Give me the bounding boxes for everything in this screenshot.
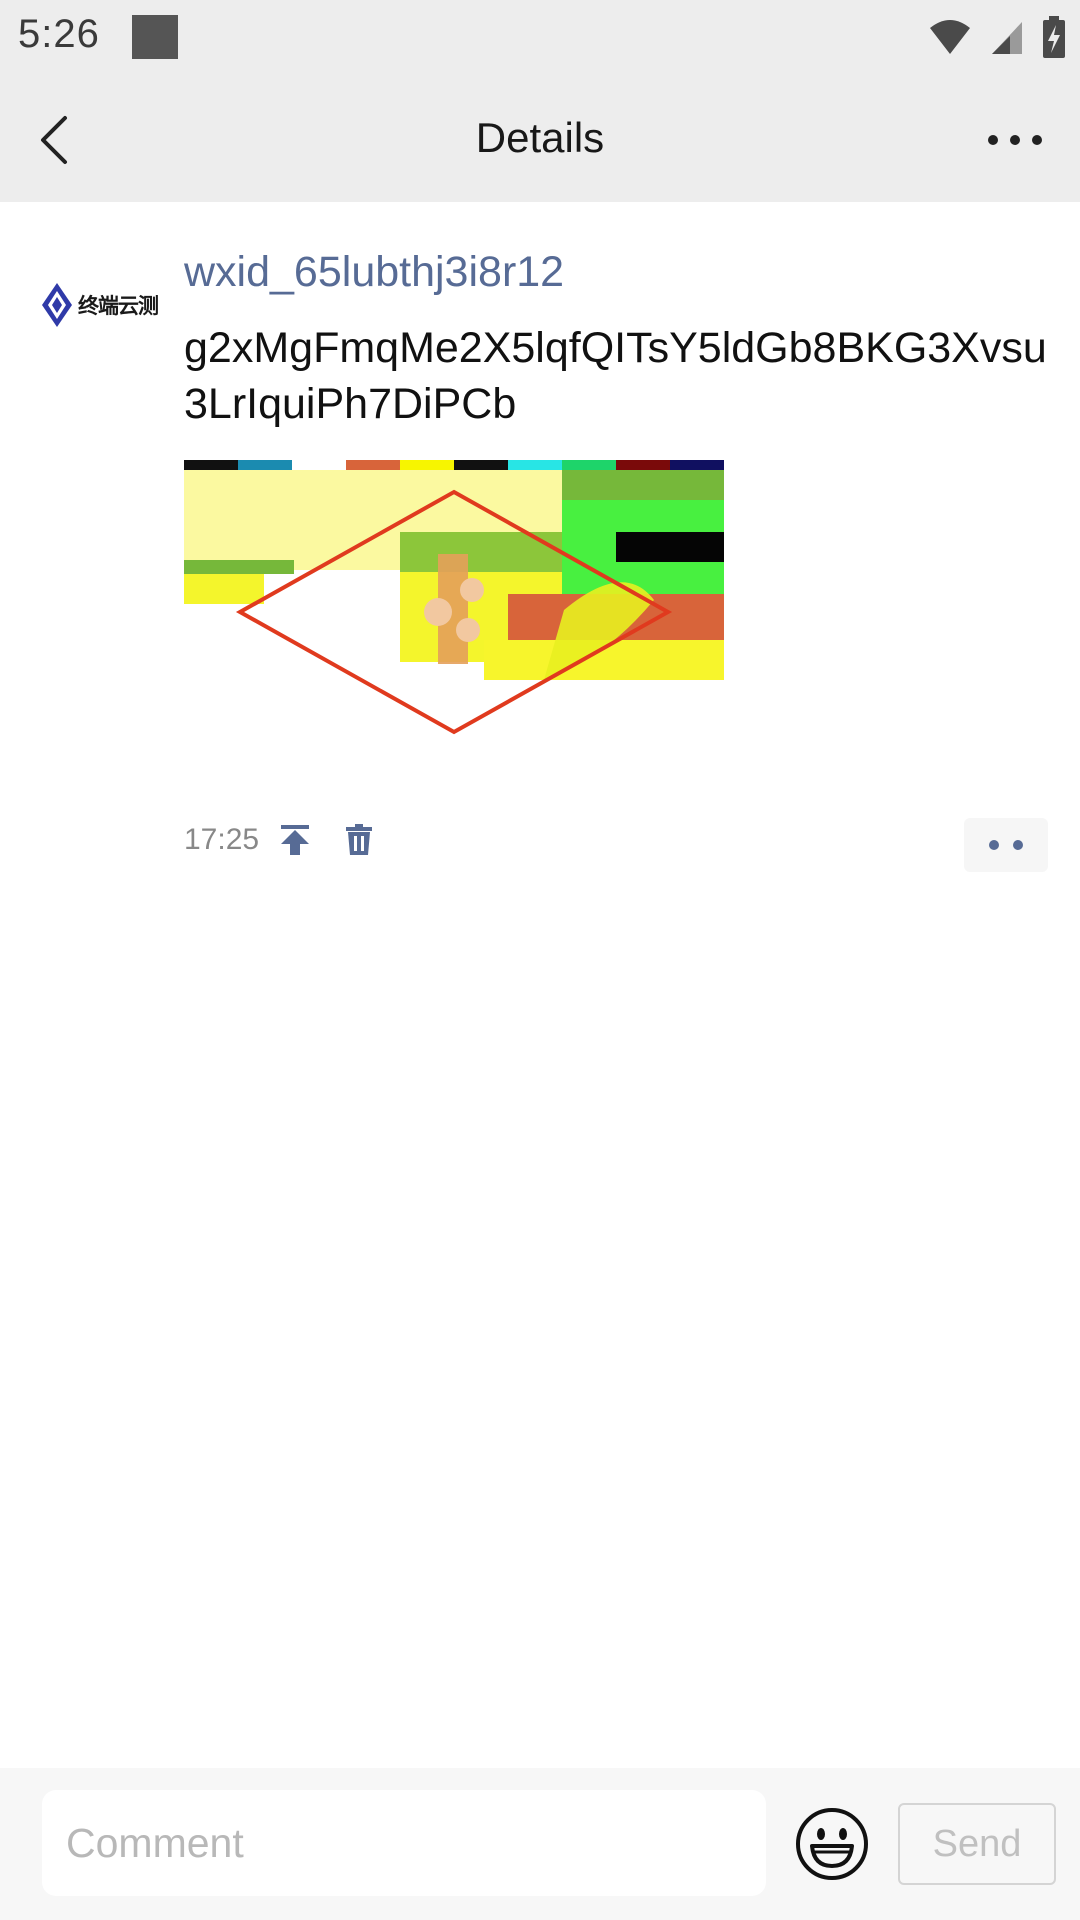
delete-button[interactable]: [339, 820, 379, 860]
avatar[interactable]: 终端云测: [40, 262, 164, 348]
comment-input[interactable]: [42, 1790, 766, 1896]
page-title: Details: [475, 114, 605, 161]
post-meta-row: 17:25: [184, 818, 379, 862]
signal-icon: [992, 22, 1022, 54]
comment-bar: Send: [0, 1768, 1080, 1920]
more-horizontal-icon: [988, 135, 1042, 145]
battery-charging-icon: [1043, 16, 1065, 58]
post-text: g2xMgFmqMe2X5lqfQITsY5ldGb8BKG3Xvsu3LrIq…: [184, 324, 1047, 428]
post-username[interactable]: wxid_65lubthj3i8r12: [184, 248, 564, 297]
logo-diamond-icon: [42, 283, 72, 327]
wifi-icon: [930, 20, 970, 54]
status-time: 5:26: [18, 12, 100, 56]
pin-top-icon: [281, 825, 310, 855]
top-app-bar: Details: [0, 78, 1080, 202]
pin-to-top-button[interactable]: [275, 820, 315, 860]
avatar-logo-text: 终端云测: [78, 294, 159, 318]
two-dots-icon: [989, 840, 1023, 850]
send-button[interactable]: Send: [898, 1803, 1056, 1885]
notification-square-icon: [132, 15, 178, 59]
details-screen: 5:26 Details 终端云测 wxid_65lubthj3i8r12 g2…: [0, 0, 1080, 1920]
smiley-icon[interactable]: [794, 1806, 870, 1882]
trash-icon: [346, 824, 373, 855]
more-options-button[interactable]: [980, 118, 1050, 162]
like-comment-menu-button[interactable]: [964, 818, 1048, 872]
post-time: 17:25: [184, 823, 260, 856]
status-bar: 5:26: [0, 0, 1080, 78]
post-image[interactable]: [184, 460, 724, 740]
status-icons: [928, 14, 1066, 60]
